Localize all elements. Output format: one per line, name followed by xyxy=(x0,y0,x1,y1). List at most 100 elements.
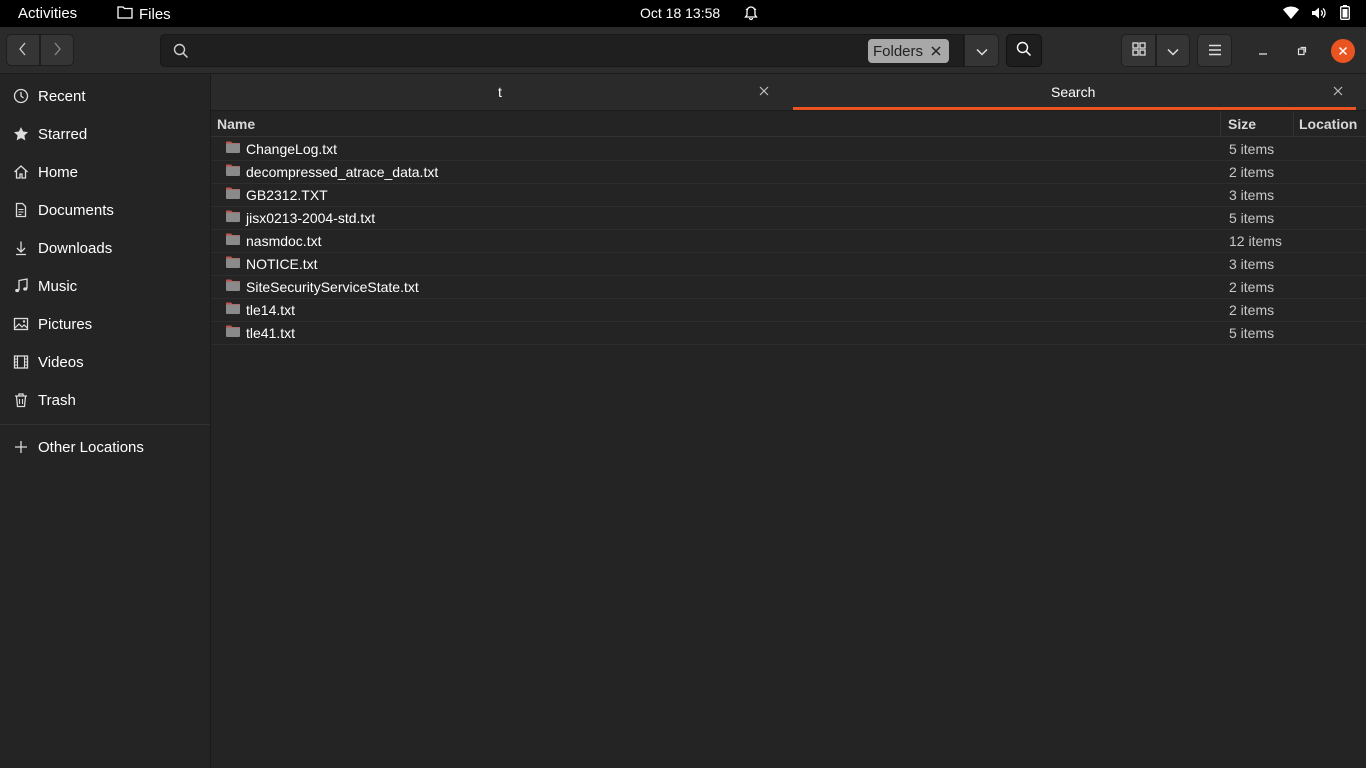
search-icon xyxy=(173,43,189,62)
plus-icon xyxy=(13,439,29,455)
sidebar-item-label: Recent xyxy=(38,88,86,105)
sidebar-item-home[interactable]: Home xyxy=(0,153,210,191)
chevron-right-icon xyxy=(52,42,62,59)
sidebar-item-documents[interactable]: Documents xyxy=(0,191,210,229)
close-icon[interactable] xyxy=(755,82,773,100)
column-header-name[interactable]: Name xyxy=(217,116,255,132)
sidebar-item-starred[interactable]: Starred xyxy=(0,115,210,153)
sidebar-item-videos[interactable]: Videos xyxy=(0,343,210,381)
column-header-location[interactable]: Location xyxy=(1299,116,1357,132)
sidebar-item-trash[interactable]: Trash xyxy=(0,381,210,419)
folder-icon xyxy=(225,140,241,157)
file-name: ChangeLog.txt xyxy=(246,141,338,157)
file-size: 3 items xyxy=(1229,187,1275,203)
sidebar-item-music[interactable]: Music xyxy=(0,267,210,305)
sidebar-item-pictures[interactable]: Pictures xyxy=(0,305,210,343)
folder-icon xyxy=(225,209,241,226)
file-row[interactable]: NOTICE.txt 3 items xyxy=(211,252,1366,276)
hamburger-icon xyxy=(1208,43,1222,59)
back-button[interactable] xyxy=(6,34,40,66)
file-row[interactable]: decompressed_atrace_data.txt 2 items xyxy=(211,160,1366,184)
sidebar-item-label: Pictures xyxy=(38,316,93,333)
download-icon xyxy=(13,240,29,256)
file-row[interactable]: nasmdoc.txt 12 items xyxy=(211,229,1366,253)
close-icon[interactable] xyxy=(931,43,941,60)
search-icon xyxy=(1016,41,1032,60)
app-name: Files xyxy=(139,5,171,23)
file-size: 2 items xyxy=(1229,302,1275,318)
restore-icon xyxy=(1297,43,1307,59)
sidebar-item-label: Starred xyxy=(38,126,88,143)
chevron-left-icon xyxy=(18,42,28,59)
grid-icon xyxy=(1131,42,1146,59)
file-size: 12 items xyxy=(1229,233,1282,249)
search-filter-dropdown-button[interactable] xyxy=(964,34,999,67)
file-row[interactable]: jisx0213-2004-std.txt 5 items xyxy=(211,206,1366,230)
active-tab-indicator xyxy=(793,107,1356,110)
search-input[interactable] xyxy=(199,39,803,63)
minimize-button[interactable] xyxy=(1251,39,1275,63)
sidebar-divider xyxy=(0,424,210,425)
folder-icon xyxy=(225,163,241,180)
file-row[interactable]: ChangeLog.txt 5 items xyxy=(211,137,1366,161)
main-menu-button[interactable] xyxy=(1197,34,1232,67)
folder-icon xyxy=(225,186,241,203)
column-header-size[interactable]: Size xyxy=(1228,116,1256,132)
file-row[interactable]: tle14.txt 2 items xyxy=(211,298,1366,322)
close-icon[interactable] xyxy=(1329,82,1347,100)
filter-chip-folders[interactable]: Folders xyxy=(868,39,950,63)
tab-t[interactable]: t xyxy=(211,74,791,110)
sidebar-item-label: Home xyxy=(38,164,79,181)
document-icon xyxy=(13,202,29,218)
file-name: nasmdoc.txt xyxy=(246,233,322,249)
file-size: 5 items xyxy=(1229,141,1275,157)
tab-title: Search xyxy=(1051,84,1096,100)
sidebar-item-label: Videos xyxy=(38,354,84,371)
search-bar[interactable]: Folders xyxy=(160,34,964,67)
sidebar-item-label: Other Locations xyxy=(38,439,144,456)
main-view: t Search Name Size Location ChangeLog.tx… xyxy=(211,74,1366,768)
file-name: tle41.txt xyxy=(246,325,296,341)
clock-icon xyxy=(13,88,29,104)
sidebar-item-label: Trash xyxy=(38,392,76,409)
battery-icon xyxy=(1340,5,1350,23)
column-header: Name Size Location xyxy=(211,111,1366,137)
file-row[interactable]: GB2312.TXT 3 items xyxy=(211,183,1366,207)
tab-title: t xyxy=(498,84,502,100)
file-name: tle14.txt xyxy=(246,302,296,318)
view-options-button[interactable] xyxy=(1156,34,1190,67)
sidebar-item-label: Music xyxy=(38,278,78,295)
maximize-button[interactable] xyxy=(1290,39,1314,63)
sidebar-item-label: Documents xyxy=(38,202,114,219)
sidebar-item-other-locations[interactable]: Other Locations xyxy=(0,428,210,466)
system-tray[interactable] xyxy=(1283,5,1350,23)
close-icon xyxy=(1338,43,1348,59)
folder-icon xyxy=(117,5,133,23)
bell-icon[interactable] xyxy=(743,5,759,24)
header-bar: Folders xyxy=(0,27,1366,74)
file-size: 2 items xyxy=(1229,164,1275,180)
file-name: SiteSecurityServiceState.txt xyxy=(246,279,419,295)
forward-button[interactable] xyxy=(40,34,74,66)
file-size: 2 items xyxy=(1229,279,1275,295)
file-name: jisx0213-2004-std.txt xyxy=(246,210,376,226)
tab-search[interactable]: Search xyxy=(793,74,1356,110)
file-name: NOTICE.txt xyxy=(246,256,318,272)
grid-view-button[interactable] xyxy=(1121,34,1156,67)
activities-button[interactable]: Activities xyxy=(18,5,77,22)
close-window-button[interactable] xyxy=(1331,39,1355,63)
chevron-down-icon xyxy=(1167,43,1179,59)
clock[interactable]: Oct 18 13:58 xyxy=(640,5,720,21)
column-divider[interactable] xyxy=(1220,111,1221,136)
sidebar-item-recent[interactable]: Recent xyxy=(0,77,210,115)
wifi-icon xyxy=(1283,6,1299,23)
file-row[interactable]: SiteSecurityServiceState.txt 2 items xyxy=(211,275,1366,299)
column-divider[interactable] xyxy=(1293,111,1294,136)
file-row[interactable]: tle41.txt 5 items xyxy=(211,321,1366,345)
sidebar-item-downloads[interactable]: Downloads xyxy=(0,229,210,267)
search-toggle-button[interactable] xyxy=(1006,34,1042,67)
music-icon xyxy=(13,278,29,294)
app-menu[interactable]: Files xyxy=(117,5,171,23)
minimize-icon xyxy=(1258,43,1268,59)
top-bar: Activities Files Oct 18 13:58 xyxy=(0,0,1366,27)
